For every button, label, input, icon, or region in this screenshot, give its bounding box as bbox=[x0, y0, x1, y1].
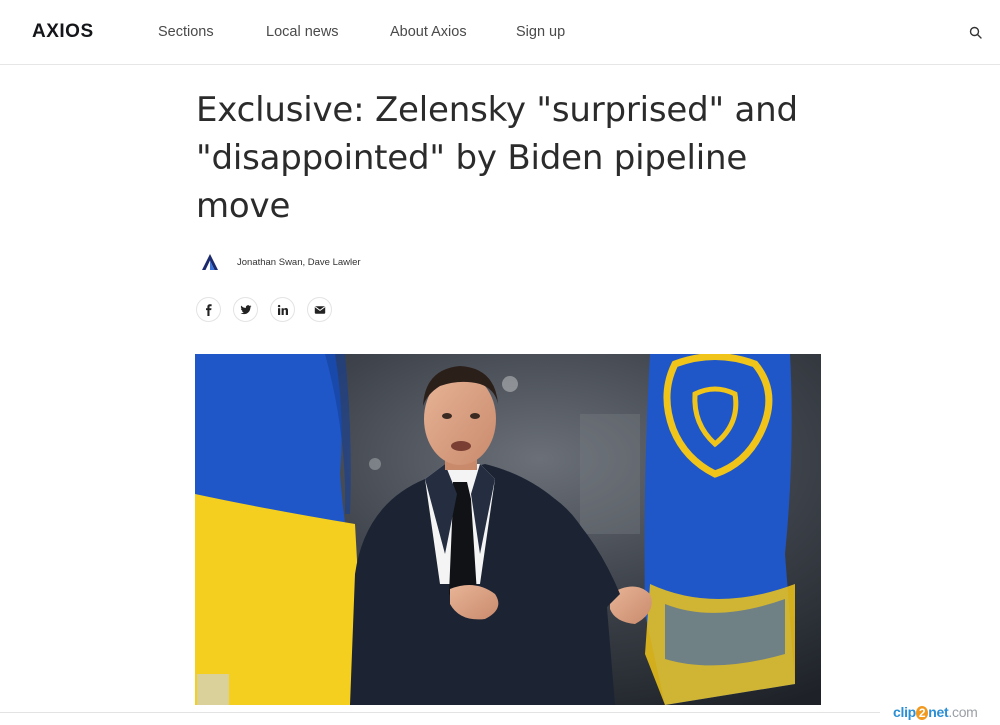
search-icon[interactable] bbox=[968, 25, 984, 41]
linkedin-icon[interactable] bbox=[270, 297, 295, 322]
axios-logo[interactable]: AXIOS bbox=[32, 21, 94, 43]
watermark-com: .com bbox=[948, 704, 978, 720]
watermark-two: 2 bbox=[915, 706, 929, 720]
article-headline: Exclusive: Zelensky "surprised" and "dis… bbox=[196, 90, 798, 226]
share-buttons bbox=[196, 297, 332, 322]
nav-sections[interactable]: Sections bbox=[158, 24, 214, 40]
top-navigation: AXIOS Sections Local news About Axios Si… bbox=[0, 0, 1000, 65]
page-divider bbox=[0, 712, 880, 713]
watermark-net: net bbox=[928, 704, 949, 720]
nav-about-axios[interactable]: About Axios bbox=[390, 24, 467, 40]
axios-author-avatar-icon bbox=[196, 248, 224, 276]
nav-sign-up[interactable]: Sign up bbox=[516, 24, 565, 40]
author-names[interactable]: Jonathan Swan, Dave Lawler bbox=[237, 257, 361, 268]
article-hero-image bbox=[195, 354, 821, 705]
facebook-icon[interactable] bbox=[196, 297, 221, 322]
twitter-icon[interactable] bbox=[233, 297, 258, 322]
watermark-clip: clip bbox=[893, 704, 916, 720]
byline: Jonathan Swan, Dave Lawler bbox=[196, 248, 361, 276]
email-icon[interactable] bbox=[307, 297, 332, 322]
clip2net-watermark: clip 2 net.com bbox=[893, 704, 978, 720]
nav-local-news[interactable]: Local news bbox=[266, 24, 339, 40]
